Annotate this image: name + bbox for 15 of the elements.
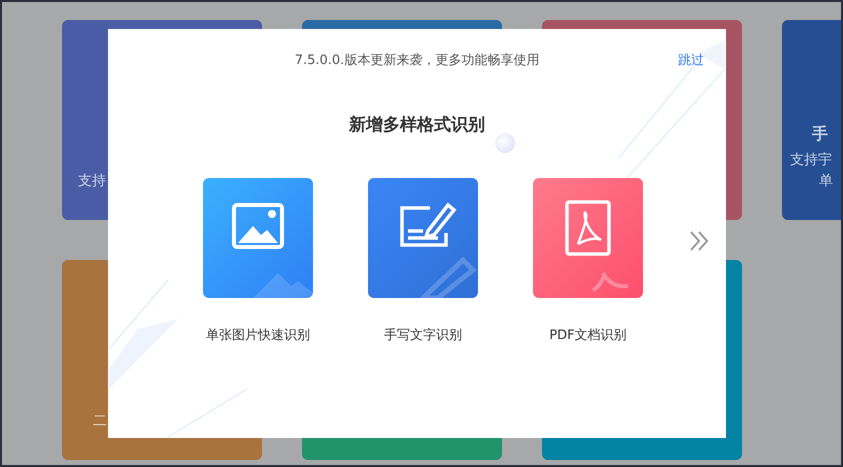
picture-tile-icon[interactable]	[203, 178, 313, 298]
decorative-orb	[495, 133, 515, 153]
card-description: 单	[819, 173, 833, 189]
pdf-document-icon[interactable]	[533, 178, 643, 298]
update-notice: 7.5.0.0.版本更新来袭，更多功能畅享使用	[294, 52, 540, 70]
feature-label: 单张图片快速识别	[206, 327, 310, 345]
feature-label: PDF文档识别	[549, 327, 627, 345]
card-description: 支持宇	[790, 152, 832, 168]
feature-label: 手写文字识别	[384, 327, 462, 345]
dialog-title: 新增多样格式识别	[349, 114, 485, 137]
card-description: 支持	[78, 173, 106, 189]
card-description: 二	[93, 413, 107, 429]
card-title: 手	[812, 124, 828, 143]
document-pen-icon[interactable]	[368, 178, 478, 298]
skip-link[interactable]: 跳过	[678, 51, 704, 70]
